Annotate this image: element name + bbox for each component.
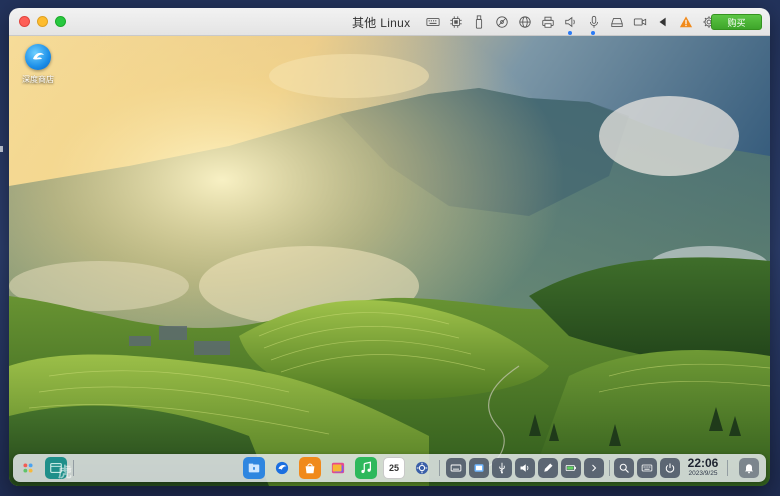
zoom-button[interactable] [55, 16, 66, 27]
calendar-icon[interactable]: 25 [383, 457, 405, 479]
warning-icon[interactable] [674, 13, 697, 31]
usb-icon[interactable] [492, 458, 512, 478]
browser-icon[interactable] [271, 457, 293, 479]
desktop-shortcut-deepin-store[interactable]: 深度商店 [19, 44, 57, 85]
screenshot-icon[interactable] [469, 458, 489, 478]
music-icon[interactable] [355, 457, 377, 479]
control-center-icon[interactable] [411, 457, 433, 479]
hard-drive-icon[interactable] [605, 13, 628, 31]
battery-icon[interactable] [561, 458, 581, 478]
app-store-icon[interactable] [299, 457, 321, 479]
host-watermark: 虎 [2, 452, 80, 492]
wallpaper-landscape [9, 36, 770, 486]
watermark-text: 虎 [58, 464, 74, 480]
pen-icon[interactable] [538, 458, 558, 478]
title-bar[interactable]: 其他 Linux 购买 [9, 8, 770, 36]
cpu-icon[interactable] [444, 13, 467, 31]
vm-device-toolbar [421, 13, 720, 35]
desktop-shortcut-label: 深度商店 [22, 75, 54, 84]
usb-drive-icon[interactable] [467, 13, 490, 31]
host-edge-mark [0, 146, 3, 152]
image-viewer-icon[interactable] [327, 457, 349, 479]
system-clock[interactable]: 22:06 2023/9/25 [683, 456, 723, 478]
dock-separator [439, 460, 440, 476]
close-button[interactable] [19, 16, 30, 27]
disc-icon[interactable] [490, 13, 513, 31]
volume-icon[interactable] [515, 458, 535, 478]
onscreen-keyboard-icon[interactable] [446, 458, 466, 478]
microphone-active-indicator [591, 31, 595, 35]
file-manager-icon[interactable] [243, 457, 265, 479]
tray-expand-icon[interactable] [584, 458, 604, 478]
guest-desktop[interactable]: 深度商店 25 22:06 2023/9/25 [9, 36, 770, 486]
dock-taskbar: 25 22:06 2023/9/25 [13, 454, 766, 482]
vm-window: 其他 Linux 购买 深度商店 25 22:06 2023/9/25 [9, 8, 770, 486]
speaker-icon[interactable] [559, 13, 582, 35]
search-icon[interactable] [614, 458, 634, 478]
network-globe-icon[interactable] [513, 13, 536, 31]
camera-icon[interactable] [628, 13, 651, 31]
buy-button[interactable]: 购买 [711, 14, 762, 30]
dock-separator [609, 460, 610, 476]
printer-icon[interactable] [536, 13, 559, 31]
deepin-store-icon [25, 44, 51, 70]
speaker-active-indicator [568, 31, 572, 35]
minimize-button[interactable] [37, 16, 48, 27]
keyboard-layout-icon[interactable] [637, 458, 657, 478]
keyboard-icon[interactable] [421, 13, 444, 31]
microphone-icon[interactable] [582, 13, 605, 35]
dock-separator [727, 460, 728, 476]
clock-date: 2023/9/25 [688, 470, 718, 477]
clock-time: 22:06 [687, 456, 719, 470]
power-icon[interactable] [660, 458, 680, 478]
window-title: 其他 Linux [352, 16, 411, 30]
notification-center-icon[interactable] [739, 458, 759, 478]
calendar-day-label: 25 [388, 463, 399, 473]
arrow-left-icon[interactable] [651, 13, 674, 31]
window-controls [19, 16, 66, 27]
